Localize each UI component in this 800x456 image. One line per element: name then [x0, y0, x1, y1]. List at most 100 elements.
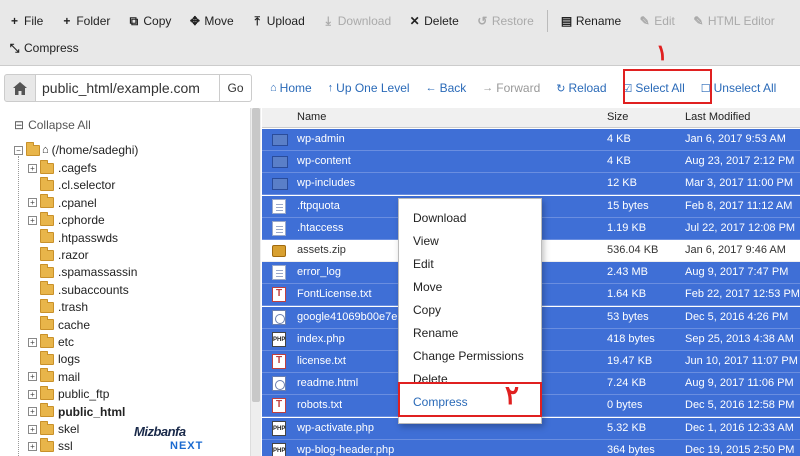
html-file-icon — [272, 376, 286, 392]
tree-scrollbar[interactable] — [250, 108, 261, 456]
tree-expand-toggle[interactable]: + — [28, 407, 37, 417]
compress-button[interactable]: ⤡ Compress — [0, 36, 88, 60]
copy-button[interactable]: ⧉ Copy — [119, 9, 180, 33]
file-size: 12 KB — [607, 177, 637, 190]
collapse-all-button[interactable]: ⊟ Collapse All — [14, 118, 91, 132]
folder-icon — [40, 159, 54, 174]
table-row[interactable]: wp-includes 12 KB Mar 3, 2017 11:00 PM — [262, 173, 800, 196]
forward-button[interactable]: → Forward — [474, 74, 548, 102]
html-editor-button[interactable]: ✎ HTML Editor — [684, 9, 784, 33]
logo-text-bottom: NEXT — [170, 440, 204, 452]
tree-item-etc[interactable]: + etc — [28, 333, 74, 350]
home-icon — [13, 81, 27, 95]
home-nav-button[interactable]: ⌂ Home — [262, 74, 320, 102]
file-name: wp-blog-header.php — [297, 443, 395, 456]
col-header-size[interactable]: Size — [607, 111, 628, 123]
upload-button[interactable]: ⤒ Upload — [243, 9, 314, 33]
file-name: wp-includes — [297, 177, 356, 190]
toolbar-separator — [546, 10, 548, 32]
plus-icon: + — [10, 14, 18, 28]
up-one-level-button[interactable]: ↑ Up One Level — [320, 74, 418, 102]
arrow-right-icon: → — [482, 82, 494, 94]
file-name: FontLicense.txt — [297, 288, 372, 301]
reload-label: Reload — [568, 81, 607, 95]
tree-item-publichtml[interactable]: + public_html — [28, 403, 125, 420]
table-row[interactable]: PHP wp-blog-header.php 364 bytes Dec 19, 20… — [262, 439, 800, 456]
tree-item-trash[interactable]: .trash — [40, 298, 89, 315]
toolbar-row-2: ⤡ Compress — [0, 36, 88, 60]
tree-item-label: skel — [58, 422, 80, 436]
upload-icon: ⤒ — [254, 13, 260, 28]
move-button[interactable]: ✥ Move — [180, 9, 242, 33]
table-row[interactable]: wp-admin 4 KB Jan 6, 2017 9:53 AM — [262, 129, 800, 151]
tree-item-cache[interactable]: cache — [40, 316, 90, 333]
file-manager-toolbar: + File + Folder ⧉ Copy ✥ Move ⤒ Upload ⤓ Download ✕ D… — [0, 0, 800, 66]
context-menu-rename[interactable]: Rename — [413, 326, 458, 340]
new-folder-button[interactable]: + Folder — [52, 9, 119, 33]
context-menu-move[interactable]: Move — [413, 280, 442, 294]
tree-item-subaccounts[interactable]: .subaccounts — [40, 281, 129, 298]
rename-button[interactable]: ▤ Rename — [552, 9, 630, 33]
restore-label: Restore — [491, 14, 534, 28]
tree-connector — [18, 156, 19, 456]
tree-item-mail[interactable]: + mail — [28, 368, 80, 385]
home-dir-button[interactable] — [4, 74, 36, 102]
context-menu-change-permissions[interactable]: Change Permissions — [413, 349, 524, 363]
col-header-name[interactable]: Name — [297, 111, 326, 123]
download-icon: ⤓ — [325, 13, 331, 28]
file-modified: Jan 6, 2017 9:46 AM — [685, 244, 786, 256]
tree-item-skel[interactable]: + skel — [28, 420, 80, 437]
tree-item-spamassassin[interactable]: .spamassassin — [40, 263, 137, 280]
tree-expand-toggle[interactable]: + — [28, 441, 37, 451]
tree-expand-toggle[interactable]: + — [28, 163, 37, 173]
reload-button[interactable]: ↻ Reload — [548, 74, 614, 102]
file-modified: Dec 19, 2015 2:50 PM — [685, 443, 795, 456]
context-menu-edit[interactable]: Edit — [413, 257, 434, 271]
tree-item-razor[interactable]: .razor — [40, 246, 89, 263]
tree-item-cagefs[interactable]: + .cagefs — [28, 159, 97, 176]
tree-item-htpasswds[interactable]: .htpasswds — [40, 229, 118, 246]
folder-icon — [40, 385, 54, 400]
php-file-icon: PHP — [272, 331, 286, 347]
download-label: Download — [337, 14, 392, 28]
tree-item-publicftp[interactable]: + public_ftp — [28, 385, 109, 402]
context-menu-download[interactable]: Download — [413, 211, 466, 225]
tree-item-ssl[interactable]: + ssl — [28, 437, 73, 454]
tree-expand-toggle[interactable]: + — [28, 198, 37, 208]
tree-expand-toggle[interactable]: + — [28, 389, 37, 399]
tree-item-label: .trash — [58, 300, 89, 315]
col-header-modified[interactable]: Last Modified — [685, 111, 750, 123]
edit-button[interactable]: ✎ Edit — [630, 9, 684, 33]
tree-item-logs[interactable]: logs — [40, 350, 80, 367]
tree-collapse-toggle[interactable]: − — [14, 145, 23, 155]
tree-item-cphorde[interactable]: + .cphorde — [28, 211, 105, 228]
folder-icon — [40, 281, 54, 296]
new-file-button[interactable]: + File — [0, 9, 52, 33]
path-input[interactable] — [36, 74, 220, 102]
file-size: 15 bytes — [607, 199, 649, 212]
tree-expand-toggle[interactable]: + — [28, 337, 37, 347]
context-menu-copy[interactable]: Copy — [413, 303, 441, 317]
rename-label: Rename — [575, 14, 622, 28]
tree-expand-toggle[interactable]: + — [28, 215, 37, 225]
context-menu-view[interactable]: View — [413, 234, 439, 248]
folder-icon — [40, 350, 54, 365]
tree-root[interactable]: − ⌂ (/home/sadeghi) — [14, 141, 138, 158]
file-name: assets.zip — [297, 244, 346, 256]
file-name: wp-admin — [297, 133, 345, 145]
tree-item-clselector[interactable]: .cl.selector — [40, 176, 115, 193]
tree-item-cpanel[interactable]: + .cpanel — [28, 194, 97, 211]
table-row[interactable]: wp-content 4 KB Aug 23, 2017 2:12 PM — [262, 151, 800, 174]
delete-button[interactable]: ✕ Delete — [400, 9, 468, 33]
back-button[interactable]: ← Back — [418, 74, 475, 102]
file-size: 364 bytes — [607, 443, 655, 456]
go-button[interactable]: Go — [220, 74, 252, 102]
tree-scroll-thumb[interactable] — [252, 108, 260, 402]
refresh-icon: ↻ — [556, 82, 566, 95]
file-size: 418 bytes — [607, 332, 655, 345]
restore-button[interactable]: ↺ Restore — [468, 9, 543, 33]
download-button[interactable]: ⤓ Download — [314, 9, 400, 33]
file-size: 19.47 KB — [607, 355, 653, 367]
tree-expand-toggle[interactable]: + — [28, 372, 37, 382]
tree-expand-toggle[interactable]: + — [28, 424, 37, 434]
